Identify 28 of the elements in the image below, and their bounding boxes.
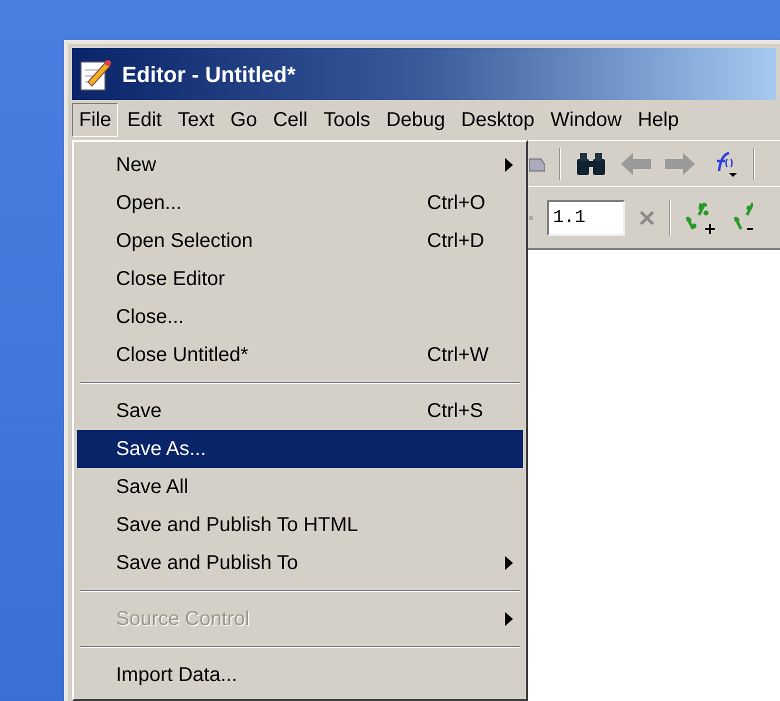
menu-bar-item[interactable]: File <box>72 103 118 137</box>
menu-bar-item[interactable]: Cell <box>266 103 315 137</box>
menu-bar-item[interactable]: Go <box>223 103 264 137</box>
menu-bar-item[interactable]: Debug <box>379 103 452 137</box>
menu-item[interactable]: Open... Ctrl+O <box>77 184 523 222</box>
menu-bar-item[interactable]: Desktop <box>454 103 542 137</box>
menu-item[interactable]: Save and Publish To HTML <box>77 506 523 544</box>
binoculars-icon <box>575 150 607 176</box>
menu-item[interactable]: Save and Publish To <box>77 544 523 582</box>
menu-item[interactable]: Save All <box>77 468 523 506</box>
menu-item[interactable]: Close Editor <box>77 260 523 298</box>
close-icon[interactable] <box>639 210 655 226</box>
menu-item[interactable]: Save As... <box>77 430 523 468</box>
menu-item[interactable]: Open Selection Ctrl+D <box>77 222 523 260</box>
forward-arrow-icon <box>665 152 695 174</box>
menu-bar-item[interactable]: Text <box>170 103 222 137</box>
menu-item[interactable]: Import Data... <box>77 656 523 694</box>
window-title: Editor - Untitled* <box>122 60 296 88</box>
menu-item[interactable]: Close... <box>77 298 523 336</box>
back-arrow-icon <box>621 152 651 174</box>
menu-item[interactable]: New <box>77 146 523 184</box>
menu-bar-item[interactable]: Tools <box>316 103 378 137</box>
menu-item[interactable]: Save Ctrl+S <box>77 392 523 430</box>
cell-number-field[interactable]: 1.1 <box>547 200 625 236</box>
menu-bar-item[interactable]: Window <box>544 103 629 137</box>
menu-item[interactable]: Close Untitled* Ctrl+W <box>77 336 523 374</box>
menu-bar-item[interactable]: Help <box>630 103 686 137</box>
menu-bar-item[interactable]: Edit <box>120 103 169 137</box>
